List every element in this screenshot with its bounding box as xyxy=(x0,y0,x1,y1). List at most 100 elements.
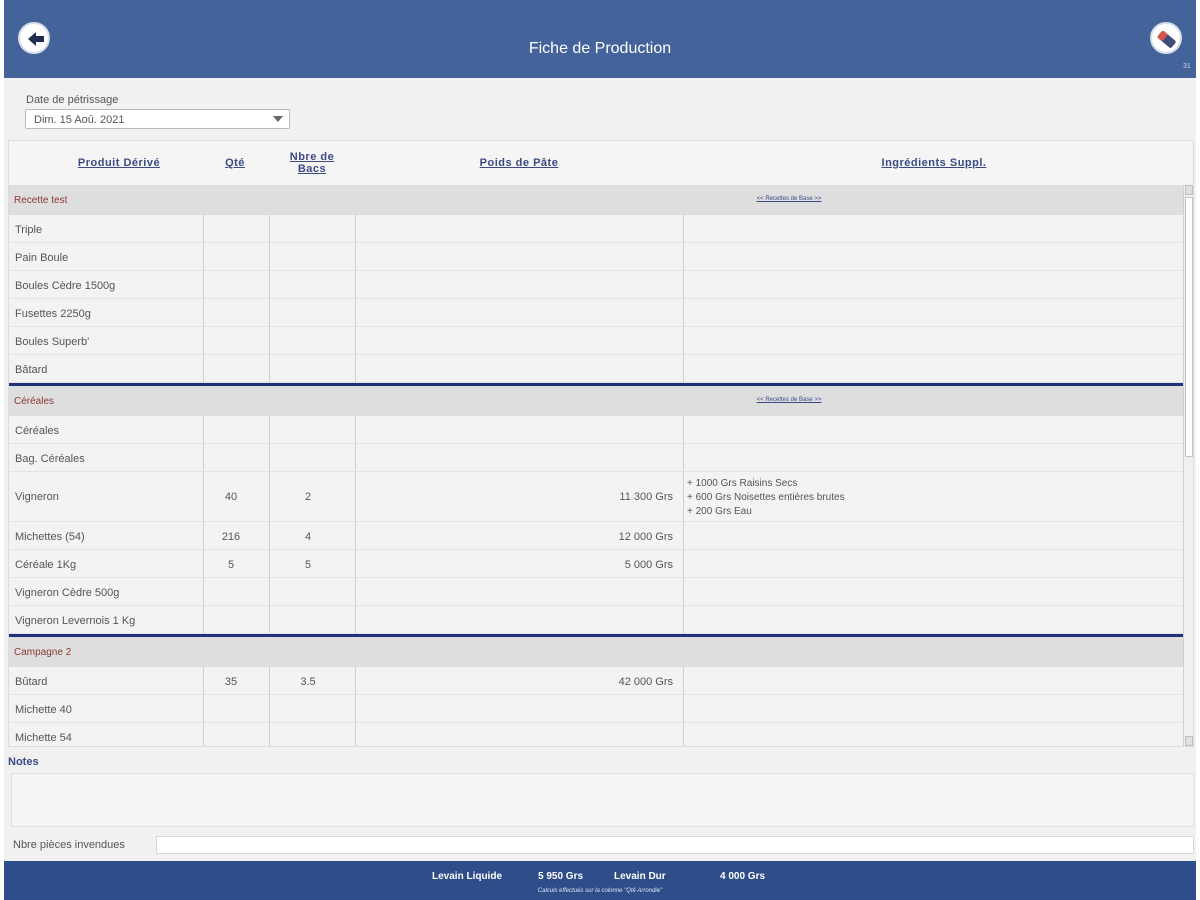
product-bacs: 5 xyxy=(304,559,312,571)
table-row[interactable]: Triple xyxy=(9,215,1183,243)
version-label: 31 xyxy=(1183,63,1191,70)
product-qty[interactable] xyxy=(199,695,263,722)
unsold-label: Nbre pièces invendues xyxy=(13,839,125,851)
table-row[interactable]: Vigneron 40 2 11 300 Grs + 1000 Grs Raisins … xyxy=(9,472,1183,522)
table-row[interactable]: Vigneron Levernois 1 Kg xyxy=(9,606,1183,634)
product-name: Céréales xyxy=(15,425,60,437)
product-extra-ingredients xyxy=(687,550,1177,577)
table-row[interactable]: Céréale 1Kg 5 5 5 000 Grs xyxy=(9,550,1183,578)
product-qty[interactable]: 35 xyxy=(199,667,263,694)
column-header-poids[interactable]: Poids de Pâte xyxy=(359,157,679,169)
column-divider xyxy=(683,271,684,298)
product-extra-ingredients xyxy=(687,444,1177,471)
scroll-thumb[interactable] xyxy=(1185,197,1193,457)
product-extra-ingredients xyxy=(687,299,1177,326)
eraser-icon xyxy=(1157,30,1176,48)
product-name: Triple xyxy=(15,224,43,236)
ingredient-line: + 200 Grs Eau xyxy=(687,506,752,517)
table-row[interactable]: Michette 40 xyxy=(9,695,1183,723)
table-row[interactable]: Vigneron Cèdre 500g xyxy=(9,578,1183,606)
notes-textarea[interactable] xyxy=(11,773,1194,827)
scroll-down-icon[interactable] xyxy=(1185,736,1193,746)
product-extra-ingredients xyxy=(687,578,1177,605)
product-qty[interactable] xyxy=(199,355,263,382)
column-divider xyxy=(683,723,684,746)
section-header: Céréales << Recettes de Base >> xyxy=(9,386,1183,416)
table-row[interactable]: Bag. Céréales xyxy=(9,444,1183,472)
product-name: Michette 40 xyxy=(15,704,72,716)
product-dough-weight xyxy=(353,723,673,746)
product-qty[interactable] xyxy=(199,416,263,443)
base-recipes-link[interactable]: << Recettes de Base >> xyxy=(729,196,849,202)
levain-liquide-label: Levain Liquide xyxy=(432,871,503,882)
column-header-bacs[interactable]: Nbre de Bacs xyxy=(277,151,347,175)
product-qty[interactable] xyxy=(199,606,263,633)
table-body: Recette test << Recettes de Base >> Triple… xyxy=(9,185,1183,746)
page-title: Fiche de Production xyxy=(528,40,672,57)
product-dough-weight xyxy=(353,695,673,722)
scroll-up-icon[interactable] xyxy=(1185,185,1193,195)
eraser-button[interactable] xyxy=(1150,22,1182,54)
product-extra-ingredients xyxy=(687,327,1177,354)
levain-liquide-value: 5 950 Grs xyxy=(538,871,584,882)
column-divider xyxy=(683,355,684,382)
notes-label: Notes xyxy=(8,756,39,768)
column-header-ingredients[interactable]: Ingrédients Suppl. xyxy=(689,157,1179,169)
product-extra-ingredients xyxy=(687,606,1177,633)
table-row[interactable]: Bâtard xyxy=(9,355,1183,383)
table-row[interactable]: Céréales xyxy=(9,416,1183,444)
unsold-input[interactable] xyxy=(156,836,1194,854)
product-qty[interactable] xyxy=(199,215,263,242)
table-row[interactable]: Pain Boule xyxy=(9,243,1183,271)
ingredient-line: + 1000 Grs Raisins Secs xyxy=(687,478,798,489)
product-bacs xyxy=(265,723,351,746)
table-row[interactable]: Boules Cèdre 1500g xyxy=(9,271,1183,299)
product-qty[interactable] xyxy=(199,299,263,326)
product-qty[interactable]: 5 xyxy=(199,550,263,577)
column-divider xyxy=(683,243,684,270)
product-bacs xyxy=(265,695,351,722)
header-bar: Fiche de Production 31 xyxy=(4,0,1196,78)
product-name: Boules Cèdre 1500g xyxy=(15,280,116,292)
product-qty[interactable]: 40 xyxy=(199,472,263,521)
column-header-qte[interactable]: Qté xyxy=(205,157,265,169)
product-bacs xyxy=(265,299,351,326)
table-row[interactable]: Michettes (54) 216 4 12 000 Grs xyxy=(9,522,1183,550)
product-dough-weight xyxy=(353,271,673,298)
product-bacs xyxy=(265,578,351,605)
product-qty[interactable] xyxy=(199,578,263,605)
date-select[interactable]: Dim. 15 Aoû. 2021 xyxy=(25,109,290,129)
product-qty[interactable] xyxy=(199,723,263,746)
column-divider xyxy=(683,444,684,471)
product-bacs: 3.5 xyxy=(300,676,316,688)
column-header-produit[interactable]: Produit Dérivé xyxy=(29,157,209,169)
product-dough-weight: 42 000 Grs xyxy=(618,676,673,688)
product-qty[interactable] xyxy=(199,271,263,298)
product-qty[interactable] xyxy=(199,243,263,270)
table-row[interactable]: Michette 54 xyxy=(9,723,1183,746)
column-divider xyxy=(683,550,684,577)
product-extra-ingredients xyxy=(687,416,1177,443)
table-row[interactable]: Bûtard 35 3.5 42 000 Grs xyxy=(9,667,1183,695)
product-dough-weight xyxy=(353,299,673,326)
table-scrollbar[interactable] xyxy=(1183,185,1193,746)
product-bacs xyxy=(265,355,351,382)
levain-dur-label: Levain Dur xyxy=(614,871,666,882)
product-qty[interactable] xyxy=(199,444,263,471)
section-name: Céréales xyxy=(14,396,55,407)
product-extra-ingredients xyxy=(687,522,1177,549)
product-dough-weight: 12 000 Grs xyxy=(618,531,673,543)
column-divider xyxy=(683,522,684,549)
product-name: Vigneron xyxy=(15,491,59,503)
product-dough-weight xyxy=(353,606,673,633)
product-name: Bâtard xyxy=(15,364,48,376)
table-row[interactable]: Fusettes 2250g xyxy=(9,299,1183,327)
base-recipes-link[interactable]: << Recettes de Base >> xyxy=(729,397,849,403)
column-divider xyxy=(683,472,684,521)
product-dough-weight xyxy=(353,355,673,382)
product-qty[interactable]: 216 xyxy=(199,522,263,549)
product-name: Bûtard xyxy=(15,676,48,688)
table-row[interactable]: Boules Superb' xyxy=(9,327,1183,355)
product-qty[interactable] xyxy=(199,327,263,354)
table-rows: Recette test << Recettes de Base >> Triple… xyxy=(9,185,1183,746)
